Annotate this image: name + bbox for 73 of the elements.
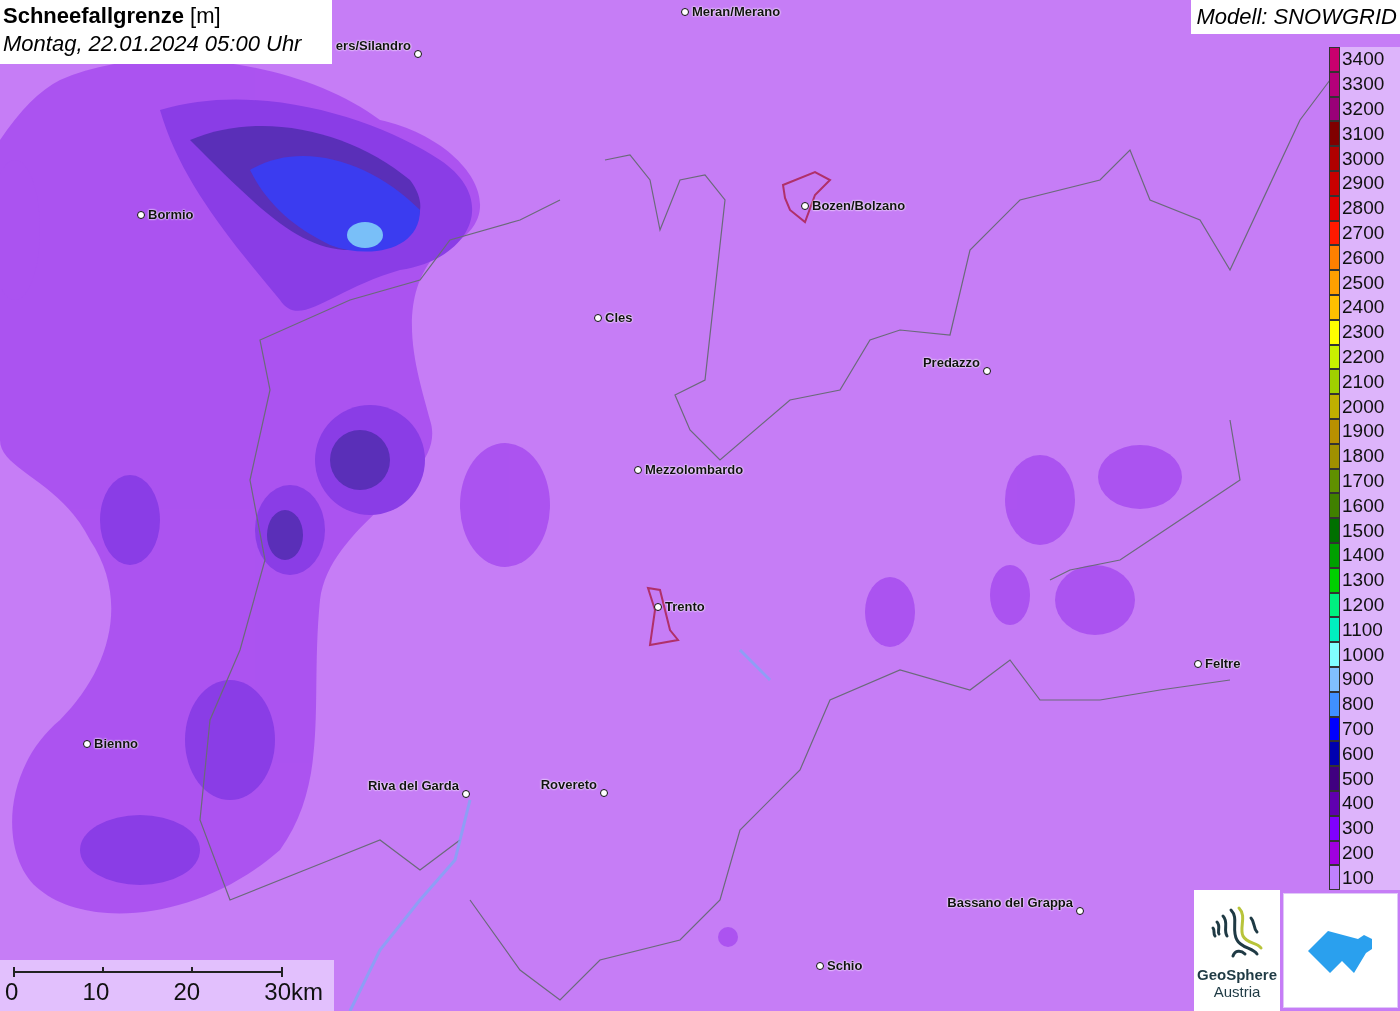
legend-label: 3400 [1342,48,1385,71]
legend-label: 2600 [1342,246,1385,269]
legend-label: 2500 [1342,271,1385,294]
legend-label: 1100 [1342,618,1383,641]
city-marker-icon [414,50,422,58]
city-label: Bassano del Grappa [947,895,1073,910]
scale-label: 20 [173,978,201,1006]
city-label: Trento [665,599,705,614]
legend-label: 800 [1342,693,1374,716]
legend-label: 3000 [1342,147,1385,170]
scale-bar-icon [13,966,285,978]
legend-label: 700 [1342,717,1374,740]
scale-label: 30km [264,978,323,1006]
city-marker-icon [600,789,608,797]
legend-label: 200 [1342,841,1374,864]
city-marker-icon [681,8,689,16]
legend-label: 3200 [1342,98,1385,120]
city-label: Riva del Garda [367,778,459,793]
legend-label: 2900 [1342,172,1385,195]
legend-label: 3100 [1342,122,1385,145]
legend-label: 900 [1342,668,1374,691]
legend-label: 1300 [1342,569,1385,592]
city-label: Rovereto [540,777,597,792]
city-marker-icon [1194,660,1202,668]
city-label: Bienno [94,736,139,751]
city-marker-icon [634,466,642,474]
city-marker-icon [594,314,602,322]
city-marker-icon [462,790,470,798]
legend-label: 2200 [1342,345,1385,368]
legend-label: 2700 [1342,221,1385,244]
scale-label: 10 [82,978,110,1006]
city-marker-icon [816,962,824,970]
legend-label: 1600 [1342,494,1385,517]
city-marker-icon [654,603,662,611]
city-marker-icon [1076,907,1084,915]
city-label: Meran/Merano [692,4,781,19]
scale-label: 0 [5,978,19,1006]
legend-label: 1700 [1342,469,1385,492]
city-label: Feltre [1205,656,1241,671]
legend-label: 2400 [1342,296,1385,319]
legend-label: 2800 [1342,197,1385,220]
legend-label: 1400 [1342,544,1385,567]
logo-subtitle: Austria [1213,983,1261,1000]
legend-label: 400 [1342,792,1374,815]
legend-label: 1200 [1342,593,1385,616]
city-marker-icon [137,211,145,219]
legend-label: 1500 [1342,519,1385,542]
city-label: Bozen/Bolzano [812,198,906,213]
legend-label: 2300 [1342,321,1385,344]
logo-name: GeoSphere [1197,966,1277,983]
city-label: Schio [827,958,863,973]
legend-label: 1000 [1342,643,1385,666]
legend-label: 3300 [1342,73,1385,96]
legend-label: 1800 [1342,445,1385,468]
city-label: ers/Silandro [335,38,411,53]
legend-label: 500 [1342,767,1374,790]
city-label: Bormio [148,207,194,222]
model-label: Modell: SNOWGRID [1190,0,1400,34]
legend-label: 600 [1342,742,1374,765]
city-marker-icon [801,202,809,210]
legend-label: 300 [1342,817,1374,840]
legend-label: 2000 [1342,395,1385,418]
city-label: Cles [605,310,633,325]
city-marker-icon [83,740,91,748]
city-label: Predazzo [922,355,980,370]
map-title: Schneefallgrenze [m] [3,3,222,29]
city-marker-icon [983,367,991,375]
legend-label: 2100 [1342,370,1385,393]
legend-label: 1900 [1342,420,1385,443]
legend-label: 100 [1342,866,1374,889]
forecast-time: Montag, 22.01.2024 05:00 Uhr [3,31,303,57]
city-label: Mezzolombardo [645,462,744,477]
contour-logo-icon [1209,904,1265,960]
